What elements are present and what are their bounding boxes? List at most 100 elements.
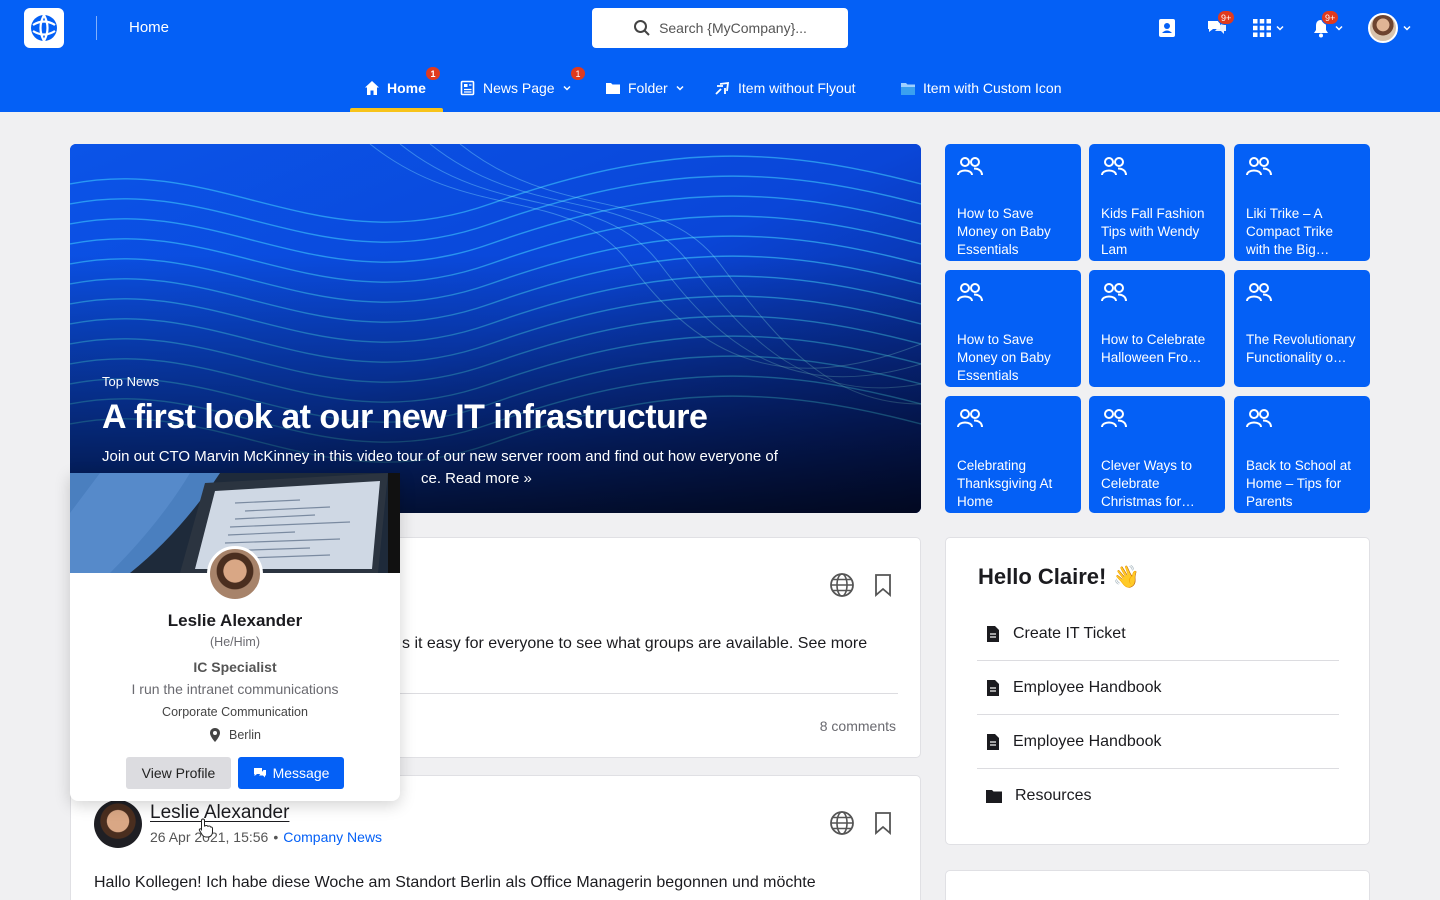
quick-link-label: Employee Handbook — [1013, 678, 1162, 696]
tile-label: Kids Fall Fashion Tips with Wendy Lam — [1101, 206, 1205, 257]
nav-label: News Page — [483, 80, 555, 96]
channel-link[interactable]: Company News — [283, 829, 382, 845]
hero-text-line1: Join out CTO Marvin McKinney in this vid… — [102, 448, 778, 465]
quick-link-resources[interactable]: Resources — [977, 769, 1339, 823]
chevron-down-icon — [563, 85, 571, 91]
hero-title[interactable]: A first look at our new IT infrastructur… — [102, 398, 708, 437]
tile-label: How to Save Money on Baby Essentials — [957, 206, 1051, 257]
quick-link-create-it-ticket[interactable]: Create IT Ticket — [977, 607, 1339, 661]
group-icon — [957, 409, 983, 428]
grid-icon — [1253, 19, 1271, 37]
tile-label: Clever Ways to Celebrate Christmas for… — [1101, 458, 1195, 509]
notifications-button[interactable]: 9+ — [1312, 10, 1344, 44]
chat-icon — [253, 767, 266, 777]
group-icon — [1246, 157, 1272, 176]
quick-link-tile[interactable]: How to Celebrate Halloween Fro… — [1089, 270, 1225, 387]
search-box[interactable]: Search {MyCompany}... — [592, 8, 848, 48]
news-icon — [460, 80, 475, 96]
profile-department: Corporate Communication — [162, 705, 308, 719]
group-icon — [957, 283, 983, 302]
nav-badge: 1 — [425, 66, 441, 81]
group-icon — [1101, 409, 1127, 428]
quick-link-employee-handbook[interactable]: Employee Handbook — [977, 661, 1339, 715]
main-nav: Home 1 News Page 1 Folder Item without F… — [0, 64, 1440, 112]
group-icon — [1101, 283, 1127, 302]
contacts-button[interactable] — [1157, 12, 1177, 44]
quick-link-tile[interactable]: Kids Fall Fashion Tips with Wendy Lam — [1089, 144, 1225, 261]
nav-item-without-flyout[interactable]: Item without Flyout — [714, 64, 856, 112]
apps-button[interactable] — [1253, 12, 1285, 44]
quick-link-tile[interactable]: How to Save Money on Baby Essentials — [945, 270, 1081, 387]
post-actions — [829, 810, 893, 836]
chevron-down-icon — [1335, 25, 1343, 31]
document-icon — [987, 733, 999, 750]
profile-avatar — [207, 546, 263, 602]
plane-icon — [715, 81, 730, 95]
nav-item-home[interactable]: Home 1 — [364, 64, 441, 112]
nav-badge: 1 — [570, 66, 586, 81]
message-button[interactable]: Message — [238, 757, 344, 789]
breadcrumb-home[interactable]: Home — [129, 19, 169, 36]
group-icon — [1246, 283, 1272, 302]
quick-link-label: Employee Handbook — [1013, 732, 1162, 750]
bookmark-icon[interactable] — [873, 811, 893, 835]
quick-link-tile[interactable]: Back to School at Home – Tips for Parent… — [1234, 396, 1370, 513]
hero-news-card[interactable]: Top News A first look at our new IT infr… — [70, 144, 921, 513]
location-label: Berlin — [229, 728, 261, 742]
quick-link-tile[interactable]: Liki Trike – A Compact Trike with the Bi… — [1234, 144, 1370, 261]
quick-link-tile[interactable]: Clever Ways to Celebrate Christmas for… — [1089, 396, 1225, 513]
document-icon — [987, 625, 999, 642]
tile-label: Celebrating Thanksgiving At Home — [957, 458, 1053, 509]
user-avatar — [1368, 13, 1398, 43]
tile-label: How to Save Money on Baby Essentials — [957, 332, 1051, 383]
nav-label: Item without Flyout — [738, 80, 856, 96]
quick-link-label: Create IT Ticket — [1013, 624, 1126, 642]
user-menu-button[interactable] — [1368, 12, 1412, 44]
post-actions — [829, 572, 893, 598]
custom-icon — [901, 82, 915, 95]
group-icon — [1246, 409, 1272, 428]
profile-flyout: Leslie Alexander (He/Him) IC Specialist … — [70, 473, 400, 801]
quick-link-tile[interactable]: Celebrating Thanksgiving At Home — [945, 396, 1081, 513]
quick-link-employee-handbook[interactable]: Employee Handbook — [977, 715, 1339, 769]
post-text: s it easy for everyone to see what group… — [402, 635, 868, 652]
globe-logo-icon — [31, 14, 57, 42]
author-avatar[interactable] — [94, 800, 142, 848]
company-logo[interactable] — [24, 8, 64, 48]
nav-label: Home — [387, 80, 426, 96]
nav-item-news-page[interactable]: News Page 1 — [460, 64, 586, 112]
chevron-down-icon — [1403, 25, 1411, 31]
profile-location: Berlin — [70, 727, 400, 743]
chat-button[interactable]: 9+ — [1206, 10, 1236, 44]
nav-item-custom-icon[interactable]: Item with Custom Icon — [900, 64, 1062, 112]
header-divider — [96, 16, 97, 40]
home-icon — [365, 81, 379, 95]
hand-cursor-icon — [198, 818, 213, 838]
tile-label: How to Celebrate Halloween Fro… — [1101, 332, 1206, 365]
profile-pronouns: (He/Him) — [210, 635, 260, 649]
group-icon — [957, 157, 983, 176]
post-text: Hallo Kollegen! Ich habe diese Woche am … — [94, 874, 816, 891]
quick-link-label: Resources — [1015, 787, 1092, 804]
nav-label: Folder — [628, 80, 668, 96]
quick-link-tile[interactable]: How to Save Money on Baby Essentials — [945, 144, 1081, 261]
meta-separator: • — [273, 829, 279, 845]
quick-link-tile[interactable]: The Revolutionary Functionality o… — [1234, 270, 1370, 387]
view-profile-label: View Profile — [141, 765, 216, 781]
search-icon — [634, 20, 650, 36]
chat-badge: 9+ — [1217, 10, 1236, 25]
nav-item-folder[interactable]: Folder — [605, 64, 685, 112]
post-meta: 26 Apr 2021, 15:56 • Company News — [150, 829, 382, 845]
search-placeholder: Search {MyCompany}... — [659, 20, 807, 36]
globe-icon[interactable] — [829, 572, 855, 598]
author-name[interactable]: Leslie Alexander — [150, 802, 289, 824]
location-pin-icon — [210, 728, 221, 742]
comments-count[interactable]: 8 comments — [820, 718, 896, 734]
view-profile-button[interactable]: View Profile — [126, 757, 231, 789]
globe-icon[interactable] — [829, 810, 855, 836]
bookmark-icon[interactable] — [873, 573, 893, 597]
hero-kicker: Top News — [102, 374, 160, 389]
profile-name: Leslie Alexander — [167, 611, 303, 630]
top-bar: Home Search {MyCompany}... 9+ 9+ Home 1 … — [0, 0, 1440, 112]
hello-title: Hello Claire! 👋 — [978, 564, 1140, 589]
